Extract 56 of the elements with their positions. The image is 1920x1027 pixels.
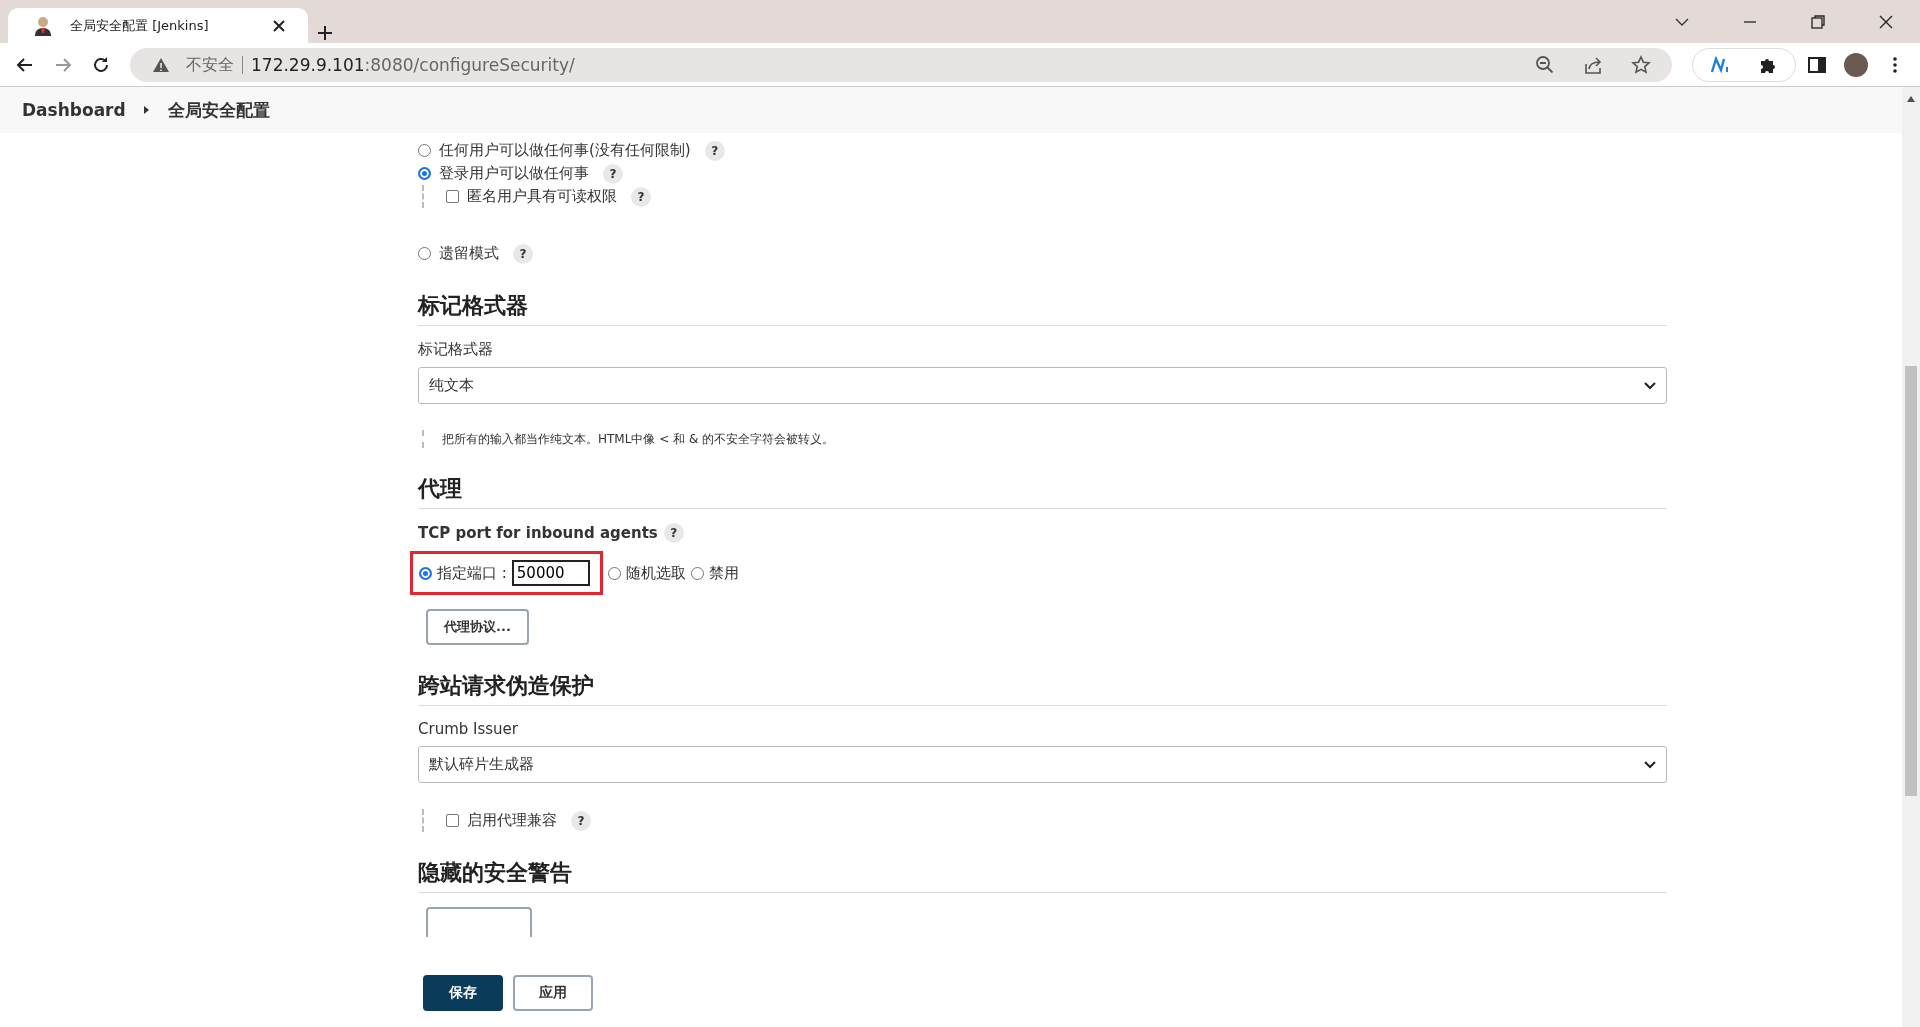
- security-label: 不安全: [186, 55, 243, 74]
- url-text: 172.29.9.101:8080/configureSecurity/: [251, 54, 575, 75]
- port-input[interactable]: 50000: [511, 560, 590, 586]
- field-label: TCP port for inbound agents: [418, 524, 658, 542]
- help-icon[interactable]: ?: [603, 163, 623, 184]
- radio-button[interactable]: [419, 566, 432, 580]
- radio-label: 随机选取: [625, 563, 686, 583]
- checkbox-label: 启用代理兼容: [467, 811, 557, 830]
- address-bar[interactable]: 不安全 172.29.9.101:8080/configureSecurity/: [130, 47, 1672, 82]
- radio-label: 任何用户可以做任何事(没有任何限制): [439, 141, 691, 160]
- radio-button[interactable]: [418, 144, 431, 157]
- apply-button[interactable]: 应用: [513, 975, 593, 1011]
- radio-button[interactable]: [690, 566, 704, 580]
- checkbox-label: 匿名用户具有可读权限: [467, 187, 617, 206]
- checkbox[interactable]: [446, 814, 459, 827]
- help-icon[interactable]: ?: [663, 523, 684, 543]
- tab-title: 全局安全配置 [Jenkins]: [70, 16, 210, 35]
- extension-logo-icon[interactable]: [1710, 54, 1730, 75]
- scroll-up-icon[interactable]: [1906, 95, 1916, 103]
- share-icon[interactable]: [1583, 54, 1603, 75]
- save-button[interactable]: 保存: [423, 975, 503, 1011]
- browser-tab[interactable]: 全局安全配置 [Jenkins]: [8, 8, 308, 43]
- chevron-down-icon: [1644, 381, 1656, 390]
- section-heading: 代理: [418, 468, 1667, 509]
- avatar[interactable]: [1844, 52, 1868, 77]
- breadcrumb-link[interactable]: 全局安全配置: [167, 98, 270, 122]
- dropdown[interactable]: 纯文本: [418, 367, 1667, 404]
- breadcrumb-link[interactable]: Dashboard: [22, 100, 126, 120]
- section-heading: 跨站请求伪造保护: [418, 665, 1667, 706]
- checkbox[interactable]: [446, 190, 459, 203]
- side-panel-icon[interactable]: [1807, 54, 1827, 75]
- radio-label: 登录用户可以做任何事: [439, 164, 589, 183]
- help-icon[interactable]: ?: [571, 810, 591, 831]
- help-icon[interactable]: ?: [513, 243, 533, 264]
- plus-icon[interactable]: [315, 23, 335, 43]
- radio-button[interactable]: [607, 566, 621, 580]
- star-icon[interactable]: [1631, 54, 1651, 75]
- help-icon[interactable]: ?: [704, 140, 725, 161]
- radio-button[interactable]: [418, 247, 431, 260]
- description-text: 把所有的输入都当作纯文本。HTML中像 < 和 & 的不安全字符会被转义。: [422, 430, 1667, 448]
- dropdown[interactable]: 默认碎片生成器: [418, 746, 1667, 783]
- field-label: Crumb Issuer: [418, 720, 519, 738]
- radio-label: 禁用: [708, 563, 739, 583]
- chevron-down-icon: [1644, 760, 1656, 769]
- person-icon: [33, 15, 53, 36]
- caret-right-icon: [143, 105, 150, 115]
- restore-icon[interactable]: [1809, 12, 1827, 31]
- field-label: 标记格式器: [418, 340, 494, 359]
- radio-label: 指定端口 :: [437, 563, 507, 583]
- radio-button[interactable]: [418, 167, 431, 180]
- zoom-out-icon[interactable]: [1535, 54, 1555, 75]
- section-heading: 标记格式器: [418, 285, 1667, 326]
- section-heading: 隐藏的安全警告: [418, 852, 1667, 893]
- radio-label: 遗留模式: [439, 244, 499, 263]
- protocols-button[interactable]: 代理协议...: [426, 609, 529, 645]
- help-icon[interactable]: ?: [631, 186, 651, 207]
